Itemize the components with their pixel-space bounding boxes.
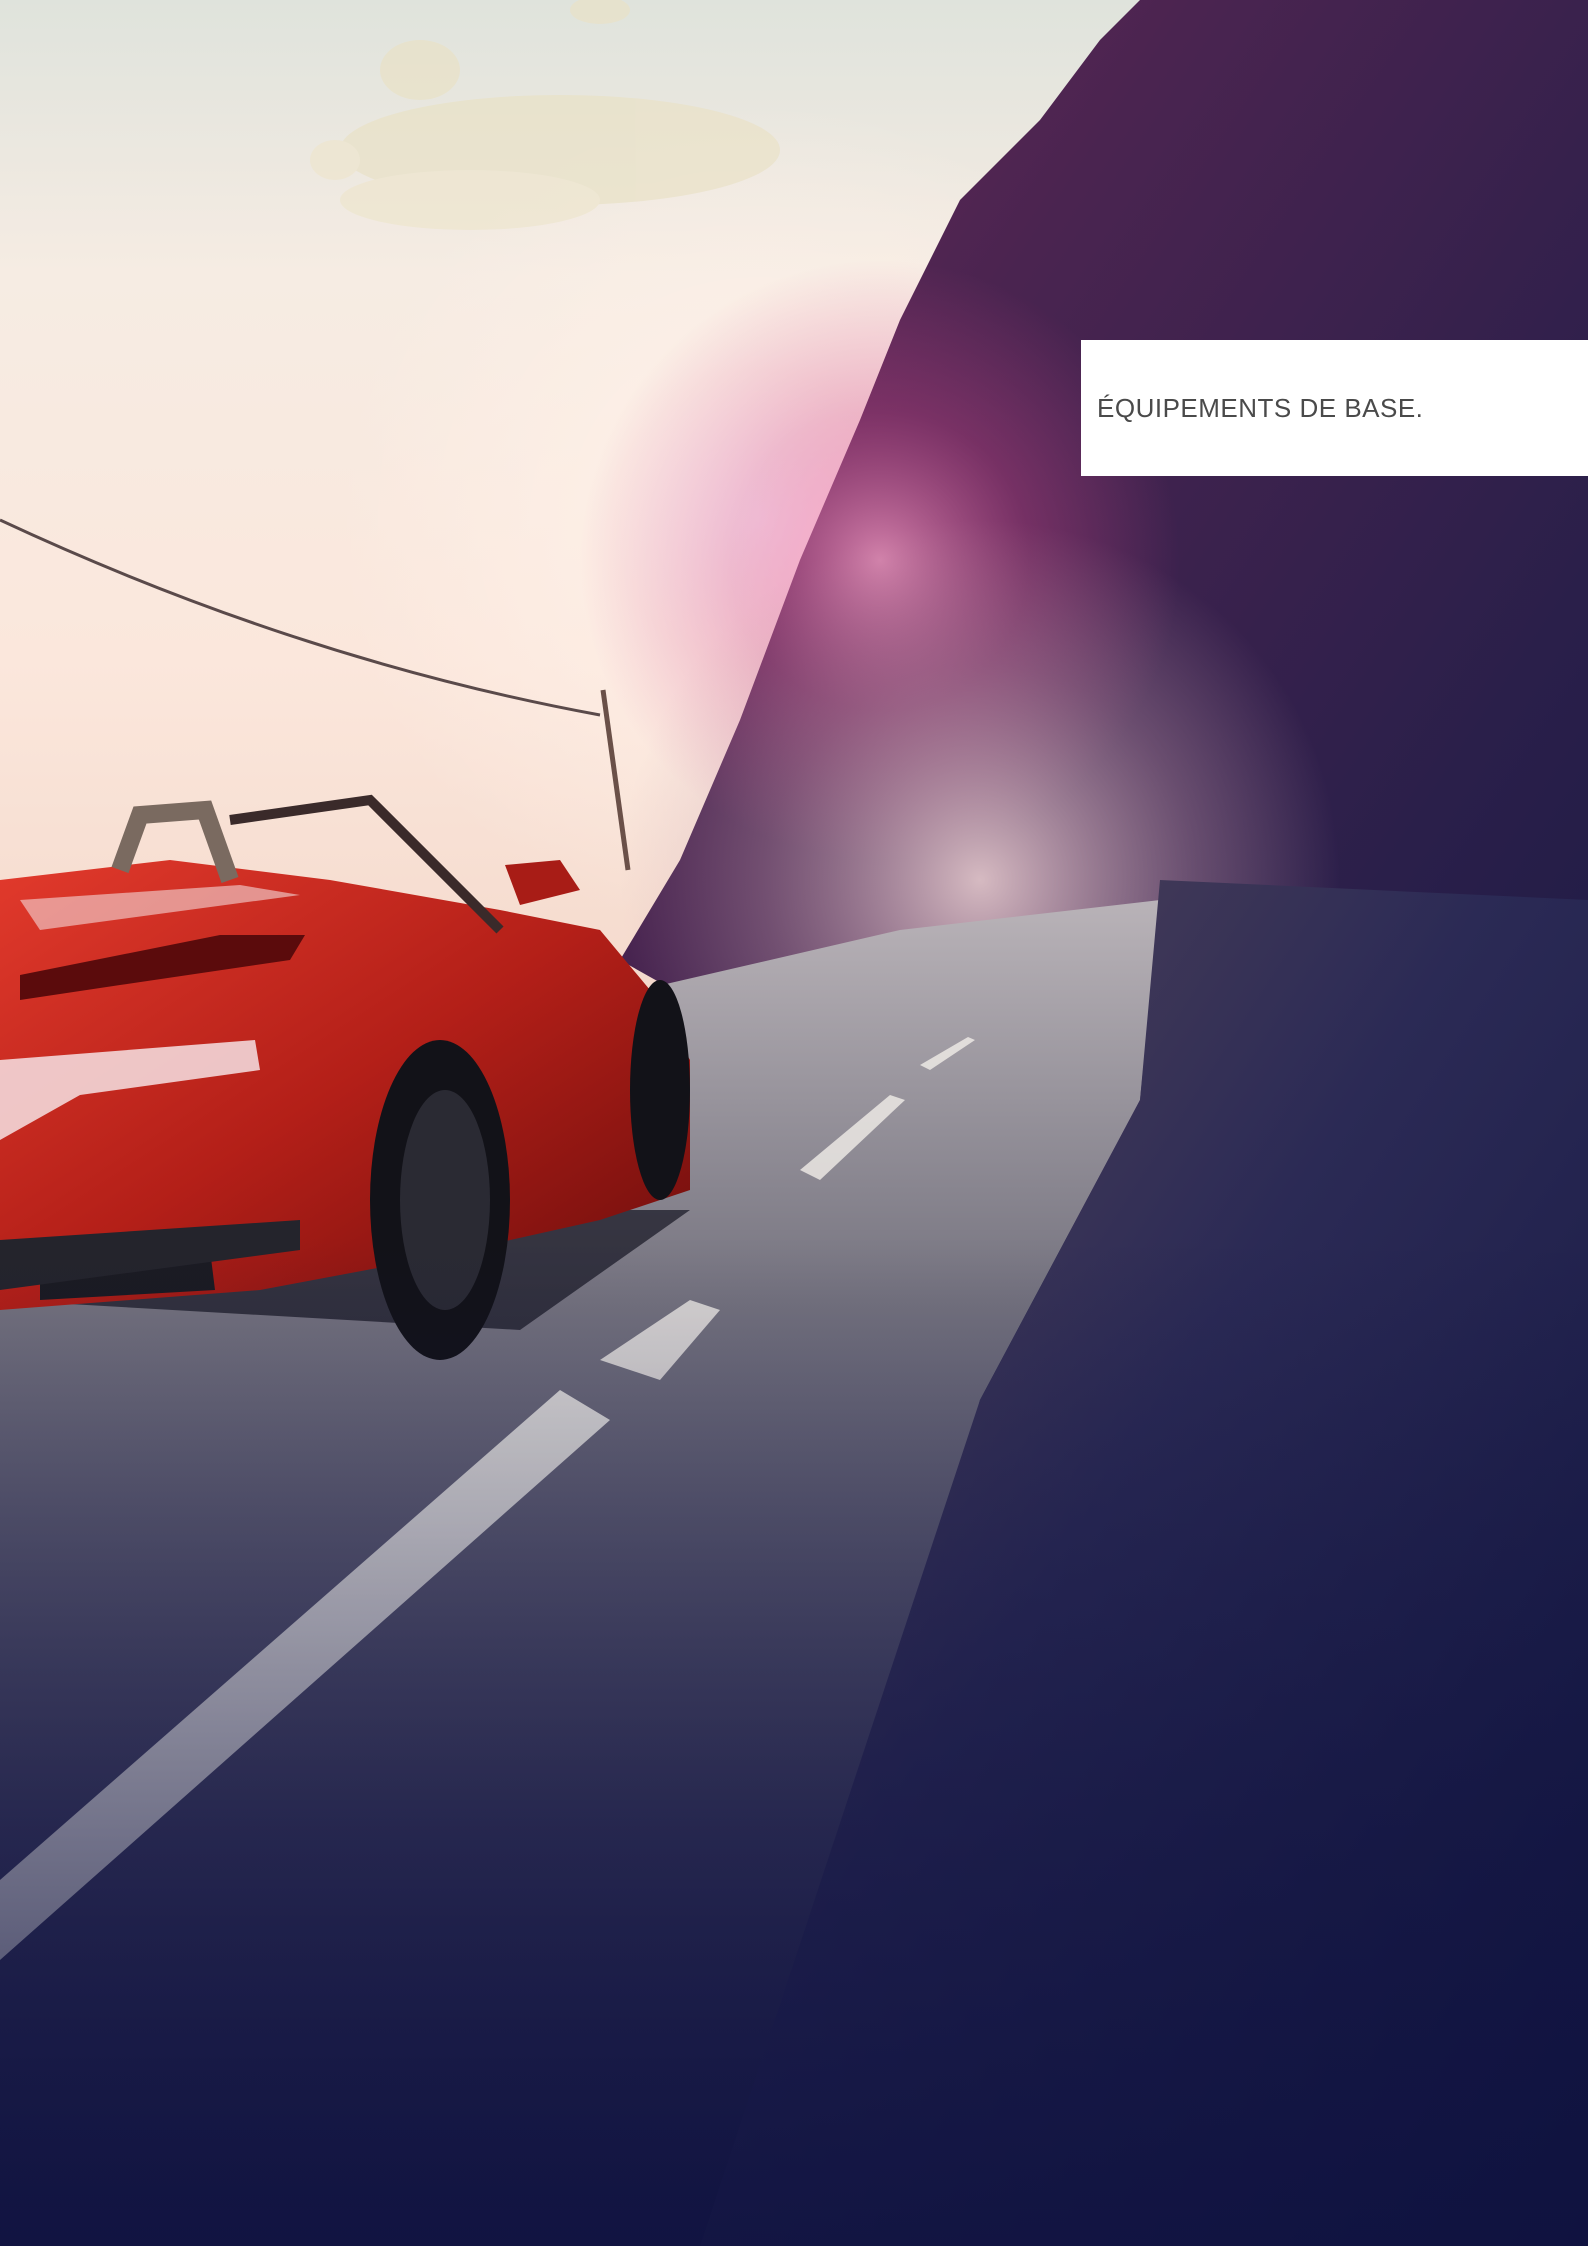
photo-illustration (0, 0, 1588, 2246)
vignette (0, 0, 1588, 2246)
section-title-box: ÉQUIPEMENTS DE BASE. (1081, 340, 1588, 476)
hero-photo: ÉQUIPEMENTS DE BASE. (0, 0, 1588, 2246)
section-title: ÉQUIPEMENTS DE BASE. (1097, 392, 1424, 423)
